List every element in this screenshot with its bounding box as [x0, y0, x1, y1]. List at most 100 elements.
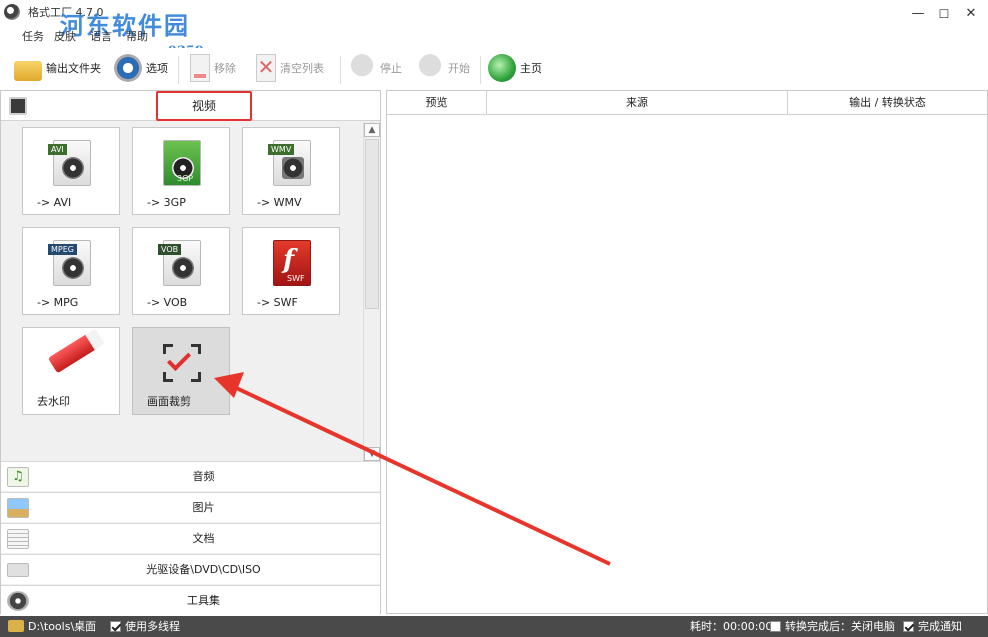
output-path-text: D:\tools\桌面 [28, 620, 97, 633]
format-badge: WMV [268, 144, 295, 155]
checkbox-icon [110, 621, 121, 632]
category-toolbox[interactable]: 工具集 [1, 585, 380, 615]
category-picture[interactable]: 图片 [1, 492, 380, 522]
format-badge: AVI [48, 144, 67, 155]
tile-scrollbar[interactable]: ▲ ▼ [363, 123, 380, 461]
start-button[interactable]: 开始 [416, 52, 470, 84]
tile-label: -> VOB [147, 296, 188, 309]
category-document[interactable]: 文档 [1, 523, 380, 553]
tile-to-3gp[interactable]: 3GP -> 3GP [132, 127, 230, 215]
music-note-icon: ♫ [7, 467, 29, 487]
flash-file-icon: f SWF [273, 240, 311, 286]
folder-icon [14, 61, 42, 81]
output-folder-button[interactable]: 输出文件夹 [14, 52, 101, 84]
multithread-checkbox[interactable]: 使用多线程 [110, 619, 180, 634]
3gp-file-icon: 3GP [163, 140, 201, 186]
menu-task[interactable]: 任务 [22, 28, 44, 44]
stop-icon [348, 54, 376, 82]
remove-doc-icon [190, 54, 210, 82]
remove-button[interactable]: 移除 [190, 52, 236, 84]
film-reel-icon [62, 257, 84, 279]
elapsed-time: 耗时：00:00:00 [690, 620, 773, 633]
options-button[interactable]: 选项 [114, 52, 168, 84]
tile-remove-watermark[interactable]: 去水印 [22, 327, 120, 415]
tile-to-vob[interactable]: VOB -> VOB [132, 227, 230, 315]
format-badge: 3GP [177, 174, 194, 183]
toolbar-divider [480, 56, 481, 84]
tile-to-wmv[interactable]: WMV -> WMV [242, 127, 340, 215]
category-optical-drive[interactable]: 光驱设备\DVD\CD\ISO [1, 554, 380, 584]
scroll-thumb[interactable] [365, 139, 379, 309]
tile-label: 画面裁剪 [147, 395, 191, 408]
output-path[interactable]: D:\tools\桌面 [8, 619, 96, 634]
category-header-video[interactable]: 视频 [1, 91, 380, 121]
toolbar: 输出文件夹 选项 移除 ✕ 清空列表 停止 开始 主页 [0, 48, 988, 88]
category-panel: 视频 AVI -> AVI 3GP -> 3GP WMV -> WMV MPEG… [0, 90, 381, 615]
category-label: 图片 [192, 501, 215, 514]
notify-label: 完成通知 [918, 620, 962, 633]
task-list-panel: 预览 来源 输出 / 转换状态 [386, 90, 988, 614]
column-preview[interactable]: 预览 [387, 91, 487, 115]
category-label: 光驱设备\DVD\CD\ISO [146, 563, 261, 576]
film-icon [9, 97, 27, 115]
category-label: 音频 [192, 470, 215, 483]
app-icon [4, 4, 20, 20]
minimize-button[interactable]: — [908, 4, 928, 24]
stop-button[interactable]: 停止 [348, 52, 402, 84]
wmv-file-icon: WMV [268, 140, 311, 186]
close-button[interactable]: ✕ [961, 4, 981, 24]
picture-icon [7, 498, 29, 518]
status-bar: D:\tools\桌面 使用多线程 耗时：00:00:00 转换完成后：关闭电脑… [0, 616, 988, 637]
start-icon [416, 54, 444, 82]
tile-crop-frame[interactable]: 画面裁剪 [132, 327, 230, 415]
output-folder-label: 输出文件夹 [46, 62, 101, 75]
notify-checkbox[interactable]: 完成通知 [903, 619, 962, 634]
tile-label: -> AVI [37, 196, 72, 209]
category-label: 文档 [192, 532, 215, 545]
toolbar-divider [340, 56, 341, 84]
tile-to-swf[interactable]: f SWF -> SWF [242, 227, 340, 315]
camera-icon [282, 157, 304, 179]
scroll-down-icon[interactable]: ▼ [364, 447, 380, 461]
document-icon [7, 529, 29, 549]
menu-help[interactable]: 帮助 [126, 28, 148, 44]
column-output-status[interactable]: 输出 / 转换状态 [788, 91, 987, 115]
scroll-up-icon[interactable]: ▲ [364, 123, 380, 137]
home-button[interactable]: 主页 [488, 52, 542, 84]
gear-icon [114, 54, 142, 82]
menu-language[interactable]: 语言 [90, 28, 112, 44]
format-badge: MPEG [48, 244, 77, 255]
toolbar-divider [178, 56, 179, 84]
folder-icon [8, 620, 24, 632]
vob-file-icon: VOB [158, 240, 201, 286]
remove-label: 移除 [214, 62, 236, 75]
flash-icon: f [283, 245, 295, 275]
video-tile-grid: AVI -> AVI 3GP -> 3GP WMV -> WMV MPEG ->… [1, 121, 363, 461]
after-convert-label: 转换完成后：关闭电脑 [785, 620, 895, 633]
checkbox-icon [903, 621, 914, 632]
clear-list-button[interactable]: ✕ 清空列表 [256, 52, 324, 84]
tile-label: -> 3GP [147, 196, 186, 209]
category-audio[interactable]: ♫ 音频 [1, 461, 380, 491]
menu-skin[interactable]: 皮肤 [54, 28, 76, 44]
column-source[interactable]: 来源 [487, 91, 788, 115]
category-video-label: 视频 [156, 91, 252, 121]
title-bar: 格式工厂 4.7.0 河东软件园 — ☐ ✕ [0, 0, 988, 40]
crop-check-icon [163, 344, 201, 382]
after-convert-checkbox[interactable]: 转换完成后：关闭电脑 [770, 619, 895, 634]
maximize-button[interactable]: ☐ [934, 4, 954, 24]
eraser-icon [47, 332, 99, 374]
toolbox-icon [7, 591, 29, 611]
disc-icon [172, 257, 194, 279]
format-badge: VOB [158, 244, 182, 255]
mpeg-file-icon: MPEG [48, 240, 91, 286]
tile-label: 去水印 [37, 395, 70, 408]
globe-icon [488, 54, 516, 82]
start-label: 开始 [448, 62, 470, 75]
clear-x-icon: ✕ [256, 54, 276, 82]
tile-to-avi[interactable]: AVI -> AVI [22, 127, 120, 215]
category-label: 工具集 [187, 594, 220, 607]
menu-bar: 任务 皮肤 语言 帮助 [0, 28, 988, 44]
tile-to-mpg[interactable]: MPEG -> MPG [22, 227, 120, 315]
tile-label: -> WMV [257, 196, 302, 209]
